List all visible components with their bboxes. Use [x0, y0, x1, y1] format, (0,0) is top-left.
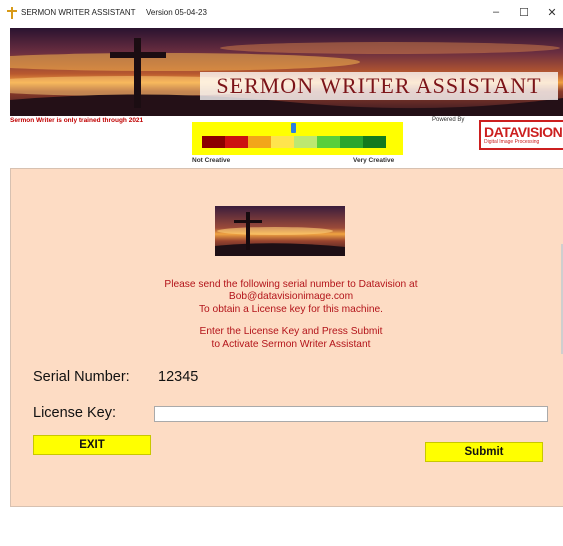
very-creative-label: Very Creative — [353, 157, 395, 164]
header-banner: SERMON WRITER ASSISTANT — [10, 28, 563, 116]
license-key-label: License Key: — [33, 405, 117, 421]
instructions-text: Please send the following serial number … — [111, 279, 471, 351]
meter-segment — [248, 136, 271, 148]
meter-segment — [340, 136, 363, 148]
version-label: Version 05-04-23 — [146, 8, 207, 17]
minimize-button[interactable]: – — [487, 6, 505, 18]
close-button[interactable]: ✕ — [543, 6, 561, 19]
meter-segment — [202, 136, 225, 148]
not-creative-label: Not Creative — [192, 157, 231, 164]
submit-button[interactable]: Submit — [425, 442, 543, 462]
serial-number-value: 12345 — [158, 369, 199, 385]
license-key-input[interactable] — [154, 406, 548, 422]
logo-subtext: Digital Image Processing — [484, 139, 540, 145]
meter-segment — [363, 136, 386, 148]
maximize-button[interactable]: ☐ — [515, 6, 533, 19]
logo-text: DATAVISION — [484, 124, 563, 140]
instruction-line: Enter the License Key and Press Submit — [199, 326, 383, 338]
cross-image — [215, 206, 345, 256]
instruction-line: to Activate Sermon Writer Assistant — [211, 338, 371, 350]
exit-button[interactable]: EXIT — [33, 435, 151, 455]
meter-segment — [317, 136, 340, 148]
title-bar: SERMON WRITER ASSISTANT Version 05-04-23… — [0, 0, 563, 28]
meter-segment — [271, 136, 294, 148]
banner-title: SERMON WRITER ASSISTANT — [200, 72, 558, 100]
creativity-marker — [291, 123, 296, 133]
datavision-logo: DATAVISION Digital Image Processing — [479, 120, 563, 150]
window-title: SERMON WRITER ASSISTANT — [21, 8, 136, 17]
meter-segment — [225, 136, 248, 148]
powered-by-label: Powered By — [432, 117, 465, 123]
instruction-line: To obtain a License key for this machine… — [198, 303, 384, 315]
creativity-meter — [192, 122, 403, 155]
instruction-line: Please send the following serial number … — [164, 279, 418, 290]
meter-segment — [294, 136, 317, 148]
training-note: Sermon Writer is only trained through 20… — [10, 117, 144, 124]
serial-number-label: Serial Number: — [33, 369, 130, 385]
cross-shape — [134, 38, 141, 108]
cross-app-icon — [7, 7, 17, 19]
email-address: Bob@datavisionimage.com — [228, 291, 354, 303]
license-panel: Please send the following serial number … — [10, 168, 563, 507]
